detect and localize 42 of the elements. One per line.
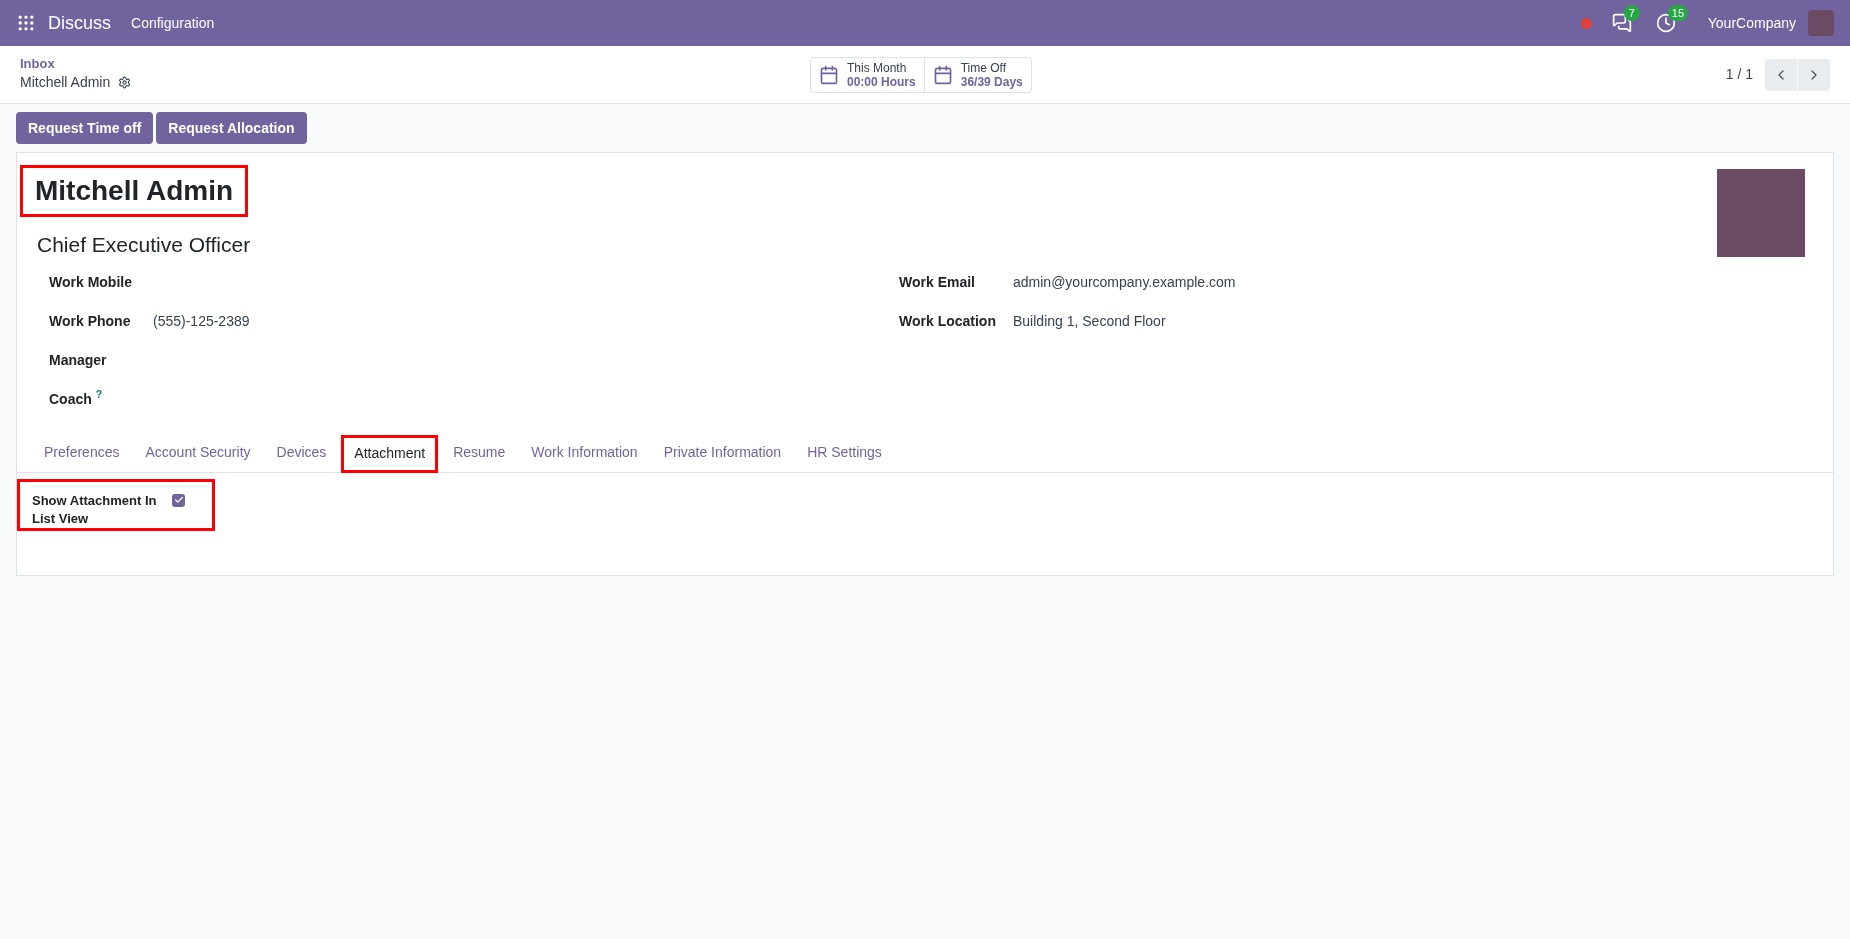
field-value: admin@yourcompany.example.com	[1013, 272, 1236, 292]
apps-menu-icon[interactable]	[16, 13, 36, 33]
field-value: Building 1, Second Floor	[1013, 311, 1166, 331]
tab[interactable]: HR Settings	[796, 433, 893, 472]
setting-label: Show Attachment In List View	[32, 491, 158, 528]
calendar-icon	[932, 64, 953, 85]
field-label: Work Phone	[49, 311, 132, 331]
field-label: Coach $^{?}$	[49, 388, 104, 409]
breadcrumb-current: Mitchell Admin	[20, 73, 111, 92]
tab[interactable]: Attachment	[341, 434, 439, 473]
app-name[interactable]: Discuss	[48, 9, 111, 37]
tab[interactable]: Work Information	[520, 433, 649, 472]
field-label: Work Mobile	[49, 272, 133, 292]
tab[interactable]: Devices	[265, 433, 338, 472]
count-badge: 15	[1667, 5, 1689, 21]
breadcrumb-link[interactable]: Inbox	[20, 56, 810, 72]
job-title: Chief Executive Officer	[37, 232, 252, 258]
calendar-icon	[819, 64, 839, 85]
count-badge: 7	[1623, 5, 1640, 21]
field-value: (555)-125-2389	[153, 311, 250, 331]
action-button[interactable]: Request Allocation	[156, 112, 307, 144]
pager-value: 1 / 1	[1725, 65, 1753, 84]
tab[interactable]: Preferences	[33, 433, 131, 472]
field-label: Work Location	[899, 311, 997, 331]
company-name[interactable]: YourCompany	[1707, 12, 1796, 34]
tab[interactable]: Resume	[442, 433, 517, 472]
tab[interactable]: Account Security	[134, 433, 262, 472]
stat-button[interactable]: This Month 00:00 Hours	[811, 57, 924, 92]
field-label: Manager	[49, 350, 108, 370]
menu-item[interactable]: Configuration	[131, 12, 215, 34]
stat-button[interactable]: Time Off 36/39 Days	[923, 57, 1031, 92]
stat-value: 00:00 Hours	[847, 74, 916, 89]
stat-value: 36/39 Days	[960, 74, 1023, 89]
tab[interactable]: Private Information	[652, 433, 793, 472]
stat-label: Time Off	[960, 60, 1008, 75]
help-mark[interactable]: ?	[95, 388, 103, 401]
action-button[interactable]: Request Time off	[16, 112, 154, 144]
checkbox[interactable]	[172, 493, 185, 507]
settings-icon[interactable]	[118, 76, 132, 89]
field-label: Work Email	[899, 272, 976, 292]
employee-name: Mitchell Admin	[20, 165, 249, 217]
stat-label: This Month	[847, 60, 908, 75]
